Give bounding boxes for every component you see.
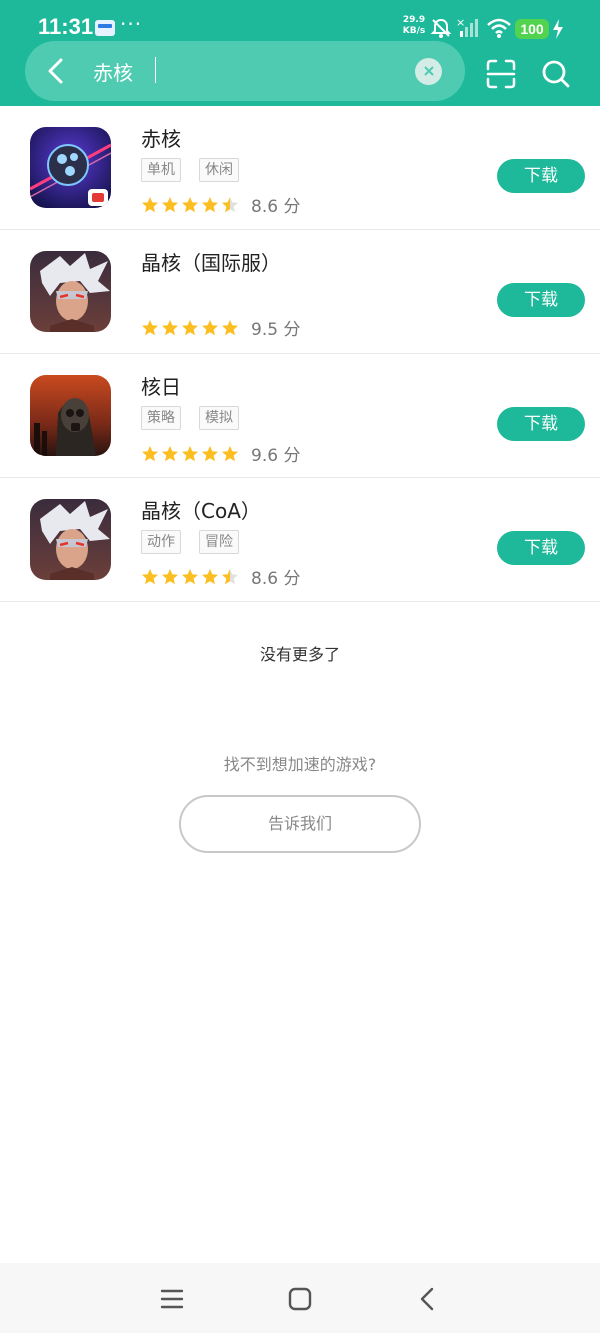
more-notifications-icon: ···	[120, 12, 143, 36]
top-header: 11:31 ··· 29.9 KB/s × 100	[0, 0, 600, 106]
star-full-icon	[162, 319, 178, 335]
game-score: 9.5 分	[251, 320, 301, 340]
game-name: 晶核（CoA）	[141, 499, 261, 523]
network-speed: 29.9 KB/s	[401, 15, 427, 37]
list-item[interactable]: 晶核（CoA） 动作 冒险 8.6 分 下载	[0, 478, 600, 602]
rating-stars	[141, 319, 239, 337]
star-full-icon	[182, 196, 198, 212]
download-button[interactable]: 下载	[497, 283, 585, 317]
rating-stars	[141, 445, 239, 463]
status-time: 11:31	[38, 14, 94, 39]
game-rating: 9.6 分	[141, 441, 300, 466]
status-bar: 11:31 ··· 29.9 KB/s × 100	[0, 0, 600, 44]
back-button[interactable]	[41, 55, 73, 87]
search-input[interactable]	[93, 55, 393, 87]
star-half-icon	[222, 568, 238, 584]
list-item[interactable]: 晶核（国际服） 9.5 分 下载	[0, 230, 600, 354]
star-full-icon	[182, 319, 198, 335]
star-full-icon	[142, 568, 158, 584]
game-tags: 策略 模拟	[141, 406, 239, 430]
star-full-icon	[162, 445, 178, 461]
star-full-icon	[202, 445, 218, 461]
svg-text:×: ×	[456, 17, 465, 29]
game-tag: 模拟	[199, 406, 239, 430]
game-tags: 动作 冒险	[141, 530, 239, 554]
game-tag: 动作	[141, 530, 181, 554]
game-tag: 单机	[141, 158, 181, 182]
clear-search-button[interactable]	[415, 58, 442, 85]
cant-find-prompt: 找不到想加速的游戏?	[223, 755, 377, 774]
star-full-icon	[142, 445, 158, 461]
cellular-signal-icon: ×	[456, 17, 478, 37]
wifi-icon	[487, 18, 511, 38]
game-tag: 策略	[141, 406, 181, 430]
game-score: 8.6 分	[251, 569, 301, 589]
rating-stars	[141, 196, 239, 214]
no-more-results-text: 没有更多了	[259, 645, 340, 664]
star-full-icon	[142, 196, 158, 212]
text-cursor	[155, 57, 156, 83]
game-tags: 单机 休闲	[141, 158, 239, 182]
download-button[interactable]: 下载	[497, 531, 585, 565]
star-full-icon	[182, 568, 198, 584]
star-full-icon	[182, 445, 198, 461]
star-half-icon	[222, 196, 238, 212]
network-speed-unit: KB/s	[402, 26, 426, 36]
game-score: 9.6 分	[251, 446, 301, 466]
download-button[interactable]: 下载	[497, 407, 585, 441]
game-score: 8.6 分	[251, 197, 301, 217]
game-tag: 冒险	[199, 530, 239, 554]
tell-us-button[interactable]: 告诉我们	[179, 795, 421, 853]
game-icon-chihe	[30, 127, 111, 208]
star-full-icon	[202, 196, 218, 212]
list-item[interactable]: 赤核 单机 休闲 8.6 分 下载	[0, 106, 600, 230]
scan-button[interactable]	[485, 58, 517, 90]
game-rating: 8.6 分	[141, 564, 300, 589]
back-nav-icon[interactable]	[414, 1285, 442, 1313]
close-icon	[423, 66, 434, 76]
search-button[interactable]	[540, 58, 572, 90]
game-icon-jinghe-global	[30, 251, 111, 332]
download-button[interactable]: 下载	[497, 159, 585, 193]
network-speed-value: 29.9	[402, 15, 426, 25]
battery-indicator: 100	[515, 19, 549, 39]
star-full-icon	[162, 568, 178, 584]
rating-stars	[141, 568, 239, 586]
game-rating: 8.6 分	[141, 192, 300, 217]
star-full-icon	[142, 319, 158, 335]
game-icon-heri	[30, 375, 111, 456]
star-full-icon	[202, 319, 218, 335]
star-full-icon	[202, 568, 218, 584]
game-rating: 9.5 分	[141, 315, 300, 340]
menu-icon[interactable]	[158, 1285, 186, 1313]
search-bar	[25, 41, 465, 101]
charging-icon	[553, 19, 563, 39]
message-app-icon	[95, 20, 115, 36]
star-full-icon	[222, 319, 238, 335]
system-nav-bar	[0, 1263, 600, 1333]
list-item[interactable]: 核日 策略 模拟 9.6 分 下载	[0, 354, 600, 478]
game-name: 赤核	[141, 127, 181, 151]
star-full-icon	[222, 445, 238, 461]
search-results-list: 赤核 单机 休闲 8.6 分 下载 晶核（国际服） 9.5 分 下载 核日 策略…	[0, 106, 600, 602]
mute-bell-icon	[430, 18, 452, 38]
game-icon-jinghe-coa	[30, 499, 111, 580]
game-name: 晶核（国际服）	[141, 251, 281, 275]
home-icon[interactable]	[286, 1285, 314, 1313]
game-name: 核日	[141, 375, 181, 399]
game-tag: 休闲	[199, 158, 239, 182]
star-full-icon	[162, 196, 178, 212]
